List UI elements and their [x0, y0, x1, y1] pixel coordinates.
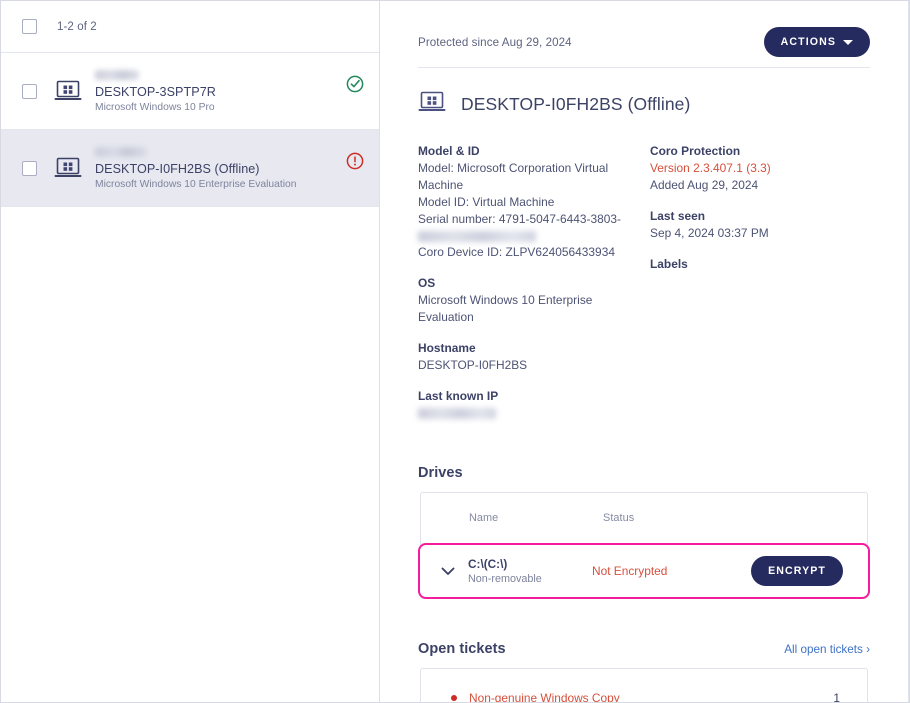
device-text-block: DESKTOP-3SPTP7R Microsoft Windows 10 Pro: [95, 67, 365, 115]
device-os: Microsoft Windows 10 Pro: [95, 101, 365, 115]
device-list-item-0[interactable]: DESKTOP-3SPTP7R Microsoft Windows 10 Pro: [1, 53, 379, 130]
redacted-label: [95, 70, 139, 80]
details-left-column: Model & ID Model: Microsoft Corporation …: [418, 143, 650, 433]
device-checkbox[interactable]: [22, 84, 37, 99]
tickets-section-header: Open tickets All open tickets ›: [380, 641, 908, 657]
detail-title-row: DESKTOP-I0FH2BS (Offline): [380, 68, 908, 119]
laptop-windows-icon: [54, 155, 82, 181]
os-value: Microsoft Windows 10 Enterprise Evaluati…: [418, 292, 650, 326]
drives-card: Name Status C:\(C:\) Non-removable Not E…: [420, 492, 868, 599]
drive-status: Not Encrypted: [592, 564, 751, 578]
drives-table-header: Name Status: [421, 493, 867, 544]
field-coro-protection: Coro Protection Version 2.3.407.1 (3.3) …: [650, 143, 870, 194]
tickets-title: Open tickets: [418, 641, 506, 657]
device-count-label: 1-2 of 2: [57, 21, 97, 33]
version-value: Version 2.3.407.1 (3.3): [650, 160, 870, 177]
tickets-card: Non-genuine Windows Copy 1: [420, 668, 868, 702]
field-last-known-ip: Last known IP: [418, 388, 650, 419]
model-id-value: Model ID: Virtual Machine: [418, 194, 650, 211]
column-header-name: Name: [469, 512, 603, 524]
field-hostname: Hostname DESKTOP-I0FH2BS: [418, 340, 650, 374]
all-open-tickets-link[interactable]: All open tickets ›: [784, 643, 870, 656]
ticket-name: Non-genuine Windows Copy: [469, 691, 833, 702]
laptop-windows-icon: [418, 90, 446, 119]
check-circle-icon: [346, 75, 364, 93]
column-header-status: Status: [603, 512, 867, 524]
severity-dot-icon: [451, 695, 457, 701]
model-value: Model: Microsoft Corporation Virtual Mac…: [418, 160, 650, 194]
field-label: Model & ID: [418, 143, 650, 160]
drive-row[interactable]: C:\(C:\) Non-removable Not Encrypted ENC…: [418, 543, 870, 599]
drive-name-cell: C:\(C:\) Non-removable: [458, 557, 592, 586]
drives-title: Drives: [418, 465, 463, 481]
drives-section-header: Drives: [380, 465, 908, 481]
actions-button-label: ACTIONS: [781, 36, 836, 48]
actions-button[interactable]: ACTIONS: [764, 27, 870, 57]
field-model-id: Model & ID Model: Microsoft Corporation …: [418, 143, 650, 261]
detail-toolbar: Protected since Aug 29, 2024 ACTIONS: [380, 1, 908, 63]
coro-device-id-value: Coro Device ID: ZLPV624056433934: [418, 244, 650, 261]
device-text-block: DESKTOP-I0FH2BS (Offline) Microsoft Wind…: [95, 144, 365, 192]
device-detail-panel: Protected since Aug 29, 2024 ACTIONS DES…: [380, 1, 909, 702]
last-seen-value: Sep 4, 2024 03:37 PM: [650, 225, 870, 242]
laptop-windows-icon: [54, 78, 82, 104]
ticket-count: 1: [833, 691, 840, 702]
device-checkbox[interactable]: [22, 161, 37, 176]
device-name: DESKTOP-3SPTP7R: [95, 85, 365, 100]
redacted-label: [95, 147, 147, 157]
drive-removability: Non-removable: [468, 572, 592, 586]
device-os: Microsoft Windows 10 Enterprise Evaluati…: [95, 178, 365, 192]
device-name: DESKTOP-I0FH2BS (Offline): [95, 162, 365, 177]
chevron-down-icon: [843, 40, 853, 45]
drive-name: C:\(C:\): [468, 557, 592, 572]
field-label: Labels: [650, 256, 870, 273]
added-value: Added Aug 29, 2024: [650, 177, 870, 194]
encrypt-button-label: ENCRYPT: [768, 565, 826, 577]
page-title: DESKTOP-I0FH2BS (Offline): [461, 94, 690, 115]
device-list-header: 1-2 of 2: [1, 1, 379, 53]
select-all-checkbox[interactable]: [22, 19, 37, 34]
field-label: Last seen: [650, 208, 870, 225]
details-right-column: Coro Protection Version 2.3.407.1 (3.3) …: [650, 143, 870, 433]
field-last-seen: Last seen Sep 4, 2024 03:37 PM: [650, 208, 870, 242]
encrypt-button[interactable]: ENCRYPT: [751, 556, 843, 586]
field-label: Hostname: [418, 340, 650, 357]
app-window: 1-2 of 2 DESKTOP-3SPTP7R Microsoft Windo…: [0, 0, 910, 703]
field-label: Last known IP: [418, 388, 650, 405]
field-os: OS Microsoft Windows 10 Enterprise Evalu…: [418, 275, 650, 326]
serial-number-redacted: [418, 231, 536, 242]
drive-row-wrapper: C:\(C:\) Non-removable Not Encrypted ENC…: [419, 543, 869, 599]
last-known-ip-redacted: [418, 408, 496, 419]
alert-circle-icon: [346, 152, 364, 170]
device-details: Model & ID Model: Microsoft Corporation …: [380, 119, 908, 433]
field-labels: Labels: [650, 256, 870, 273]
serial-number-value: Serial number: 4791-5047-6443-3803-: [418, 211, 650, 228]
chevron-down-icon[interactable]: [438, 567, 458, 576]
field-label: OS: [418, 275, 650, 292]
field-label: Coro Protection: [650, 143, 870, 160]
device-list-panel: 1-2 of 2 DESKTOP-3SPTP7R Microsoft Windo…: [1, 1, 380, 702]
hostname-value: DESKTOP-I0FH2BS: [418, 357, 650, 374]
drive-action-cell: ENCRYPT: [751, 556, 868, 586]
device-list-item-1[interactable]: DESKTOP-I0FH2BS (Offline) Microsoft Wind…: [1, 130, 379, 207]
protected-since-label: Protected since Aug 29, 2024: [418, 36, 572, 49]
ticket-row[interactable]: Non-genuine Windows Copy 1: [421, 669, 867, 702]
